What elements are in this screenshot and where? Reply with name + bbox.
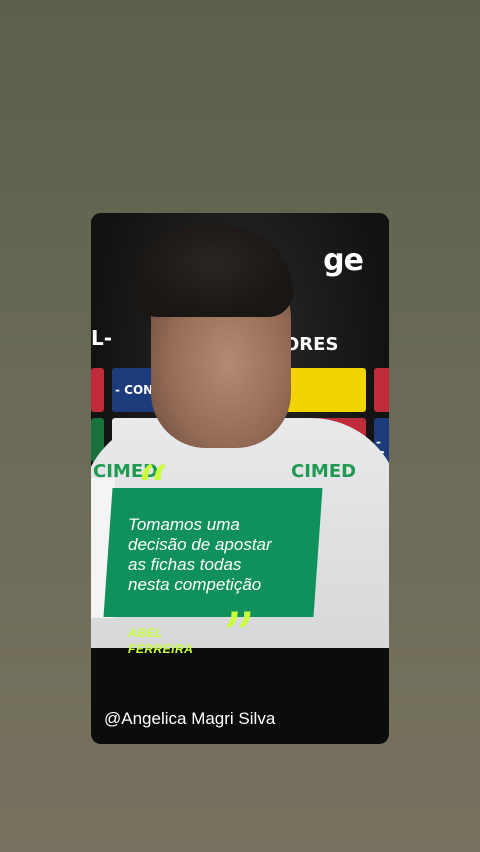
quote-text-line: as fichas todas <box>128 555 242 574</box>
quote-text-line: Tomamos uma <box>128 515 240 534</box>
ge-logo: ge <box>323 243 364 278</box>
username-credit: @Angelica Magri Silva <box>104 709 276 728</box>
person-hair <box>133 227 293 317</box>
shirt-sponsor-text: CIMED <box>291 461 357 482</box>
speaker-name: ABEL <box>128 626 163 640</box>
speaker-name: FERREIRA <box>128 642 194 656</box>
sponsor-tile <box>286 368 366 412</box>
sponsor-tile <box>374 368 389 412</box>
quote-text-line: nesta competição <box>128 575 262 594</box>
sponsor-tile <box>91 368 104 412</box>
close-quote-icon: ” <box>222 599 256 676</box>
story-card[interactable]: L- ORES - CONMEB - C CIMED CIMED ge “ To… <box>91 213 389 744</box>
backdrop-text: L- <box>91 326 113 350</box>
backdrop-text: ORES <box>284 334 339 355</box>
quote-text-line: decisão de apostar <box>128 535 272 554</box>
